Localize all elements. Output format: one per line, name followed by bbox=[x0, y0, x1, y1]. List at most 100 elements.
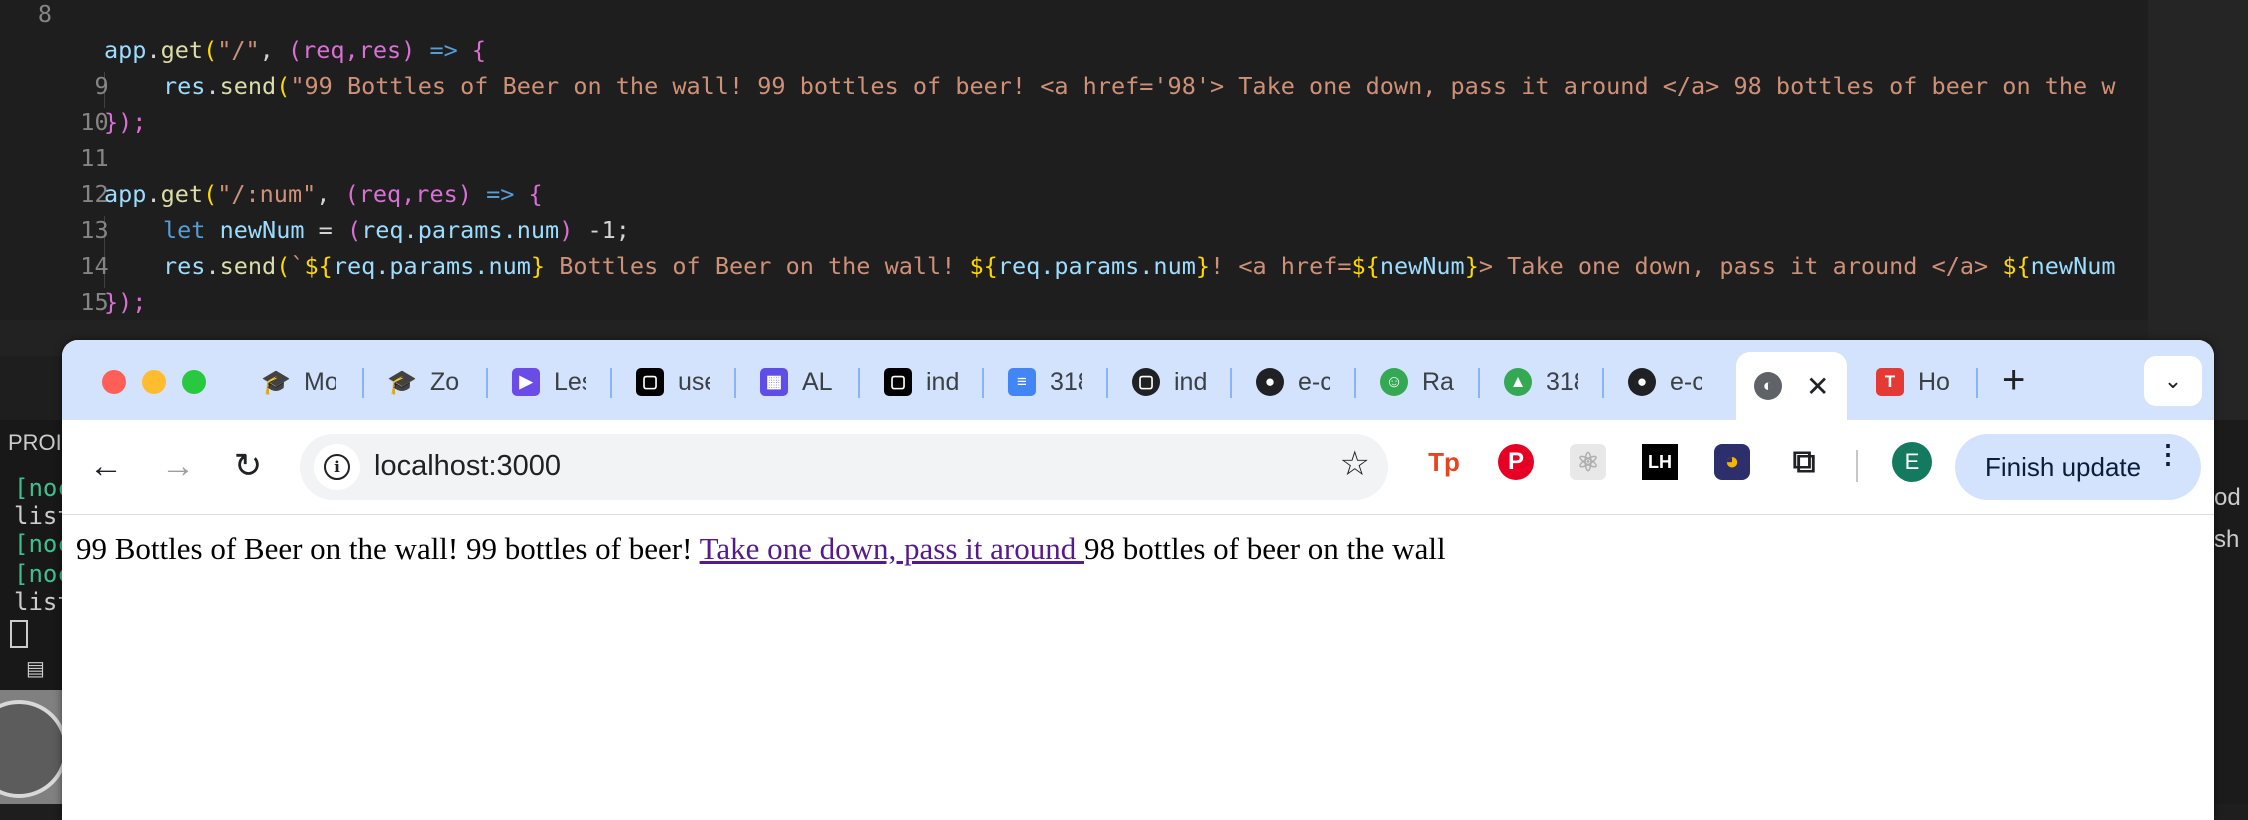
tab-title: ind bbox=[1174, 367, 1206, 396]
tab-separator bbox=[610, 368, 612, 398]
browser-toolbar: ← → ↻ i localhost:3000 ☆ Tp P ⚛ LH ◕ ⧉ E… bbox=[62, 420, 2214, 515]
browser-tab[interactable]: ▢ ind bbox=[884, 362, 958, 402]
url-text[interactable]: localhost:3000 bbox=[374, 450, 561, 483]
browser-tab[interactable]: T Ho bbox=[1876, 362, 1950, 402]
browser-tab[interactable]: ● e-c bbox=[1256, 362, 1330, 402]
tab-separator bbox=[1106, 368, 1108, 398]
globe-icon: ◐ bbox=[1754, 372, 1782, 400]
tab-separator bbox=[734, 368, 736, 398]
code-text: res.send("99 Bottles of Beer on the wall… bbox=[163, 72, 2116, 100]
browser-tab[interactable]: 🎓 Zo bbox=[387, 362, 462, 402]
finish-update-button[interactable]: Finish update ⋮ bbox=[1955, 434, 2201, 500]
browser-tab[interactable]: ▢ ind bbox=[1132, 362, 1206, 402]
code-text: res.send(`${req.params.num} Bottles of B… bbox=[163, 252, 2116, 280]
tab-title: Ra bbox=[1422, 367, 1454, 396]
tab-title: Ho bbox=[1918, 367, 1950, 396]
tab-title: Zo bbox=[430, 367, 460, 396]
image-icon: ▦ bbox=[760, 368, 788, 396]
tab-separator bbox=[486, 368, 488, 398]
video-camera-icon: ▶ bbox=[512, 368, 540, 396]
tab-title: ind bbox=[926, 367, 958, 396]
browser-tab[interactable]: ☺ Ra bbox=[1380, 362, 1454, 402]
close-tab-icon[interactable]: ✕ bbox=[1806, 370, 1829, 403]
fragment-text: sh bbox=[2214, 526, 2240, 553]
tab-separator bbox=[1478, 368, 1480, 398]
code-text: app.get("/:num", (req,res) => { bbox=[104, 180, 543, 208]
tab-search-button[interactable]: ⌄ bbox=[2144, 356, 2202, 406]
toolbar-divider bbox=[1856, 450, 1858, 482]
code-line[interactable]: 8 bbox=[0, 0, 52, 32]
react-label: ⚛ bbox=[1570, 444, 1606, 480]
tab-separator bbox=[362, 368, 364, 398]
maximize-window-button[interactable] bbox=[182, 370, 206, 394]
browser-window: 🎓 Mo 🎓 Zo ▶ Les ▢ use ▦ AL ▢ ind bbox=[62, 340, 2214, 820]
code-line[interactable]: 13 app.get("/:num", (req,res) => { bbox=[0, 176, 542, 244]
more-menu-icon[interactable]: ⋮ bbox=[2155, 441, 2181, 467]
browser-tab[interactable]: 🎓 Mo bbox=[261, 362, 336, 402]
github-icon: ● bbox=[1256, 368, 1284, 396]
code-line[interactable]: 10 res.send("99 Bottles of Beer on the w… bbox=[0, 68, 2115, 136]
tab-title: AL bbox=[802, 367, 833, 396]
forward-button[interactable]: → bbox=[156, 444, 200, 488]
server-icon[interactable]: ▤ bbox=[26, 656, 48, 680]
tab-title: 318 bbox=[1050, 367, 1082, 396]
puzzle-icon[interactable]: ⧉ bbox=[1784, 442, 1824, 482]
minimize-window-button[interactable] bbox=[142, 370, 166, 394]
green-circle-icon: ☺ bbox=[1380, 368, 1408, 396]
take-one-down-link[interactable]: Take one down, pass it around bbox=[700, 531, 1084, 566]
browser-tab[interactable]: ▲ 318 bbox=[1504, 362, 1578, 402]
code-line[interactable]: 11 }); bbox=[0, 104, 146, 172]
page-content: 99 Bottles of Beer on the wall! 99 bottl… bbox=[62, 515, 2214, 820]
graduation-cap-icon: 🎓 bbox=[387, 368, 417, 396]
browser-tab[interactable]: ≡ 318 bbox=[1008, 362, 1082, 402]
close-window-button[interactable] bbox=[102, 370, 126, 394]
code-line[interactable]: 9 app.get("/", (req,res) => { bbox=[0, 32, 486, 100]
browser-tab[interactable]: ● e-c bbox=[1628, 362, 1702, 402]
browser-tab-active[interactable]: ◐ ✕ bbox=[1736, 352, 1848, 420]
tab-title: e-c bbox=[1670, 367, 1702, 396]
tab-title: e-c bbox=[1298, 367, 1330, 396]
tab-separator bbox=[858, 368, 860, 398]
verse-text-end: 98 bottles of beer on the wall bbox=[1083, 531, 1446, 566]
right-panel-fragment: od sh bbox=[2212, 420, 2248, 804]
bookmark-star-icon[interactable]: ☆ bbox=[1340, 444, 1370, 484]
square-logo-icon: ▢ bbox=[636, 368, 664, 396]
page-body-text: 99 Bottles of Beer on the wall! 99 bottl… bbox=[76, 531, 1446, 567]
code-text: app.get("/", (req,res) => { bbox=[104, 36, 487, 64]
terminal-cursor bbox=[10, 620, 28, 648]
code-line[interactable]: 16 }); bbox=[0, 284, 146, 352]
reload-button[interactable]: ↻ bbox=[226, 444, 270, 488]
browser-tab[interactable]: ▶ Les bbox=[512, 362, 586, 402]
verse-text-start: 99 Bottles of Beer on the wall! 99 bottl… bbox=[76, 531, 700, 566]
code-line[interactable]: 15 res.send(`${req.params.num} Bottles o… bbox=[0, 248, 2115, 316]
code-text: }); bbox=[104, 288, 147, 316]
tab-separator bbox=[1602, 368, 1604, 398]
code-line[interactable]: 12 bbox=[0, 140, 108, 208]
site-info-button[interactable]: i bbox=[314, 444, 360, 490]
pinterest-icon[interactable]: P bbox=[1496, 442, 1536, 482]
tp-extension-icon[interactable]: Tp bbox=[1424, 442, 1464, 482]
back-button[interactable]: ← bbox=[84, 444, 128, 488]
new-tab-button[interactable]: + bbox=[2002, 360, 2025, 400]
lh-label: LH bbox=[1642, 444, 1678, 480]
tab-strip: 🎓 Mo 🎓 Zo ▶ Les ▢ use ▦ AL ▢ ind bbox=[62, 340, 2214, 420]
tab-title: 318 bbox=[1546, 367, 1578, 396]
browser-tab[interactable]: ▦ AL bbox=[760, 362, 834, 402]
pie-extension-icon[interactable]: ◕ bbox=[1712, 442, 1752, 482]
code-line[interactable]: 14 let newNum = (req.params.num) -1; bbox=[0, 212, 630, 280]
panel-tab-problems[interactable]: PROI bbox=[8, 430, 62, 456]
reload-icon: ↻ bbox=[233, 447, 263, 485]
browser-tab[interactable]: ▢ use bbox=[636, 362, 710, 402]
tab-separator bbox=[1976, 368, 1978, 398]
drive-icon: ▲ bbox=[1504, 368, 1532, 396]
react-icon[interactable]: ⚛ bbox=[1568, 442, 1608, 482]
avatar[interactable]: E bbox=[1892, 442, 1932, 482]
arrow-right-icon: → bbox=[161, 446, 195, 485]
tab-title: Les bbox=[554, 367, 586, 396]
line-number: 8 bbox=[37, 0, 52, 28]
tab-separator bbox=[982, 368, 984, 398]
lh-extension-icon[interactable]: LH bbox=[1640, 442, 1680, 482]
address-bar[interactable]: i localhost:3000 ☆ bbox=[300, 434, 1388, 500]
github-icon: ● bbox=[1628, 368, 1656, 396]
tab-separator bbox=[1230, 368, 1232, 398]
